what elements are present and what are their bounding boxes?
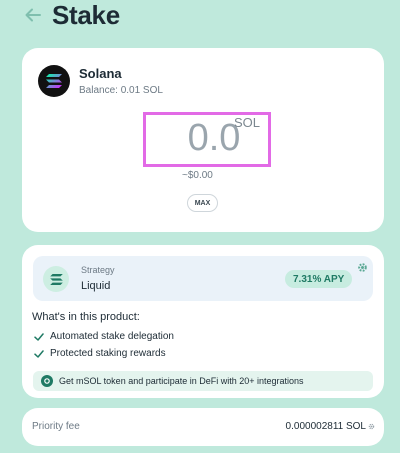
apy-badge: 7.31% APY	[285, 270, 353, 288]
arrow-left-icon	[25, 8, 41, 22]
feature-label: Protected staking rewards	[50, 348, 166, 359]
solana-logo	[38, 65, 70, 97]
gear-icon[interactable]	[357, 262, 368, 273]
strategy-label: Strategy	[81, 265, 115, 275]
check-icon	[34, 349, 44, 358]
promo-banner: Get mSOL token and participate in DeFi w…	[33, 371, 373, 391]
token-name: Solana	[79, 66, 122, 81]
priority-fee-value: 0.000002811 SOL	[285, 421, 366, 432]
strategy-card: Strategy Liquid 7.31% APY What's in this…	[22, 245, 384, 398]
amount-unit: SOL	[234, 115, 261, 130]
token-selector[interactable]: Solana Balance: 0.01 SOL	[38, 65, 163, 97]
header: Stake	[22, 0, 120, 30]
gear-icon[interactable]	[368, 423, 375, 430]
priority-fee-label: Priority fee	[32, 421, 80, 432]
promo-text: Get mSOL token and participate in DeFi w…	[59, 376, 304, 386]
strategy-value: Liquid	[81, 280, 111, 292]
feature-label: Automated stake delegation	[50, 331, 174, 342]
max-button[interactable]: MAX	[187, 194, 218, 212]
feature-item: Protected staking rewards	[34, 348, 166, 359]
fee-card[interactable]: Priority fee 0.000002811 SOL	[22, 408, 384, 446]
check-icon	[34, 332, 44, 341]
strategy-selector[interactable]: Strategy Liquid 7.31% APY	[33, 256, 373, 301]
feature-item: Automated stake delegation	[34, 331, 174, 342]
solana-logo	[43, 266, 69, 292]
coin-icon	[41, 375, 53, 387]
token-balance: Balance: 0.01 SOL	[79, 85, 163, 96]
features-title: What's in this product:	[32, 311, 140, 323]
back-button[interactable]	[22, 4, 44, 26]
page-title: Stake	[52, 0, 120, 30]
amount-usd-value: ~$0.00	[182, 170, 213, 181]
amount-card: Solana Balance: 0.01 SOL 0.0 SOL ~$0.00 …	[22, 48, 384, 232]
